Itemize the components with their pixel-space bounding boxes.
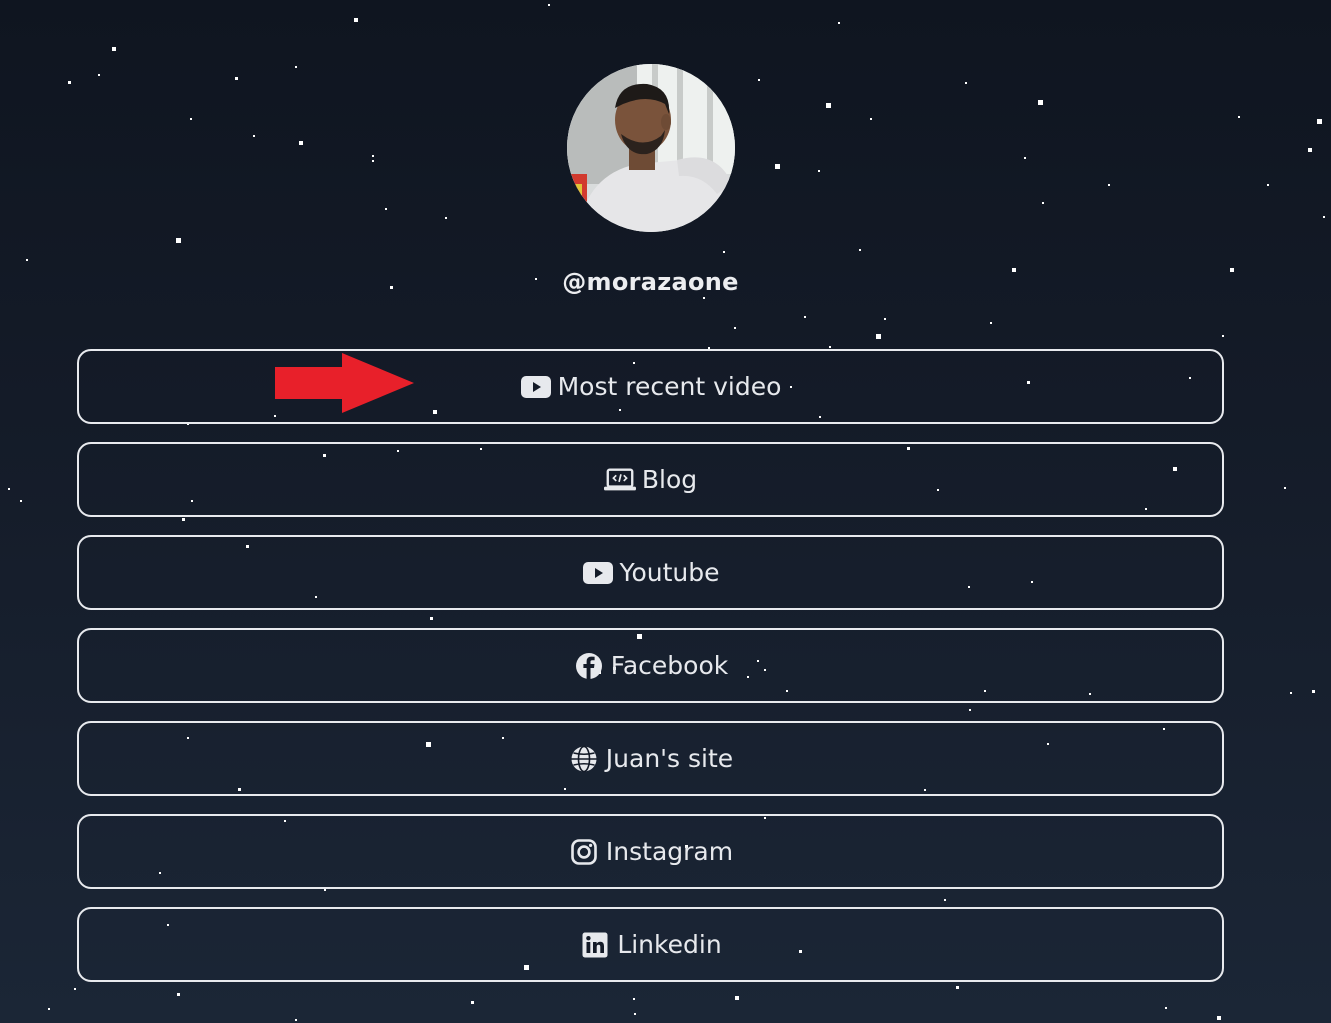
linkedin-icon: [579, 930, 611, 960]
star: [112, 47, 116, 51]
star: [299, 141, 303, 145]
youtube-icon: [582, 558, 614, 588]
star: [1284, 487, 1286, 489]
star: [548, 4, 550, 6]
star: [68, 81, 71, 84]
star: [758, 79, 760, 81]
star: [870, 118, 872, 120]
star: [838, 22, 840, 24]
star: [876, 334, 881, 339]
link-label: Juan's site: [605, 744, 734, 773]
star: [354, 18, 358, 22]
link-instagram[interactable]: Instagram: [77, 814, 1224, 889]
star: [176, 238, 181, 243]
star: [295, 1019, 297, 1021]
links-list: Most recent video Blog Youtube Facebook …: [77, 349, 1224, 1000]
username: @morazaone: [562, 268, 739, 296]
star: [253, 135, 255, 137]
star: [775, 164, 780, 169]
star: [859, 249, 861, 251]
star: [1290, 692, 1292, 694]
link-blog[interactable]: Blog: [77, 442, 1224, 517]
star: [190, 118, 192, 120]
star: [235, 77, 238, 80]
avatar-photo: [567, 64, 735, 232]
globe-icon: [568, 744, 600, 774]
star: [804, 316, 806, 318]
star: [1238, 116, 1240, 118]
star: [1222, 335, 1224, 337]
star: [1042, 202, 1044, 204]
star: [1323, 216, 1325, 218]
link-label: Instagram: [605, 837, 734, 866]
link-facebook[interactable]: Facebook: [77, 628, 1224, 703]
link-label: Blog: [641, 465, 698, 494]
star: [1165, 1007, 1167, 1009]
star: [826, 103, 831, 108]
facebook-icon: [573, 651, 605, 681]
star: [990, 322, 992, 324]
star: [20, 500, 22, 502]
star: [48, 1008, 50, 1010]
star: [965, 82, 967, 84]
star: [445, 217, 447, 219]
star: [372, 155, 374, 157]
star: [723, 251, 725, 253]
avatar: [567, 64, 735, 232]
laptop-code-icon: [603, 465, 636, 495]
link-juans-site[interactable]: Juan's site: [77, 721, 1224, 796]
star: [385, 208, 387, 210]
star: [1312, 690, 1315, 693]
star: [818, 170, 820, 172]
star: [1308, 148, 1312, 152]
star: [884, 318, 886, 320]
link-most-recent-video[interactable]: Most recent video: [77, 349, 1224, 424]
star: [1267, 184, 1269, 186]
star: [1038, 100, 1043, 105]
link-label: Most recent video: [557, 372, 782, 401]
star: [8, 488, 10, 490]
link-linkedin[interactable]: Linkedin: [77, 907, 1224, 982]
youtube-icon: [520, 372, 552, 402]
star: [74, 988, 76, 990]
star: [734, 327, 736, 329]
star: [1108, 184, 1110, 186]
star: [26, 259, 28, 261]
link-label: Youtube: [619, 558, 720, 587]
star: [98, 74, 100, 76]
link-label: Linkedin: [617, 930, 722, 959]
star: [1317, 119, 1322, 124]
star: [1217, 1016, 1221, 1020]
star: [634, 1013, 636, 1015]
star: [295, 66, 297, 68]
link-youtube[interactable]: Youtube: [77, 535, 1224, 610]
star: [372, 160, 374, 162]
star: [1024, 157, 1026, 159]
red-arrow-annotation: [275, 353, 414, 413]
star: [471, 1001, 474, 1004]
link-label: Facebook: [610, 651, 729, 680]
instagram-icon: [568, 837, 600, 867]
star: [829, 346, 831, 348]
star: [703, 297, 705, 299]
